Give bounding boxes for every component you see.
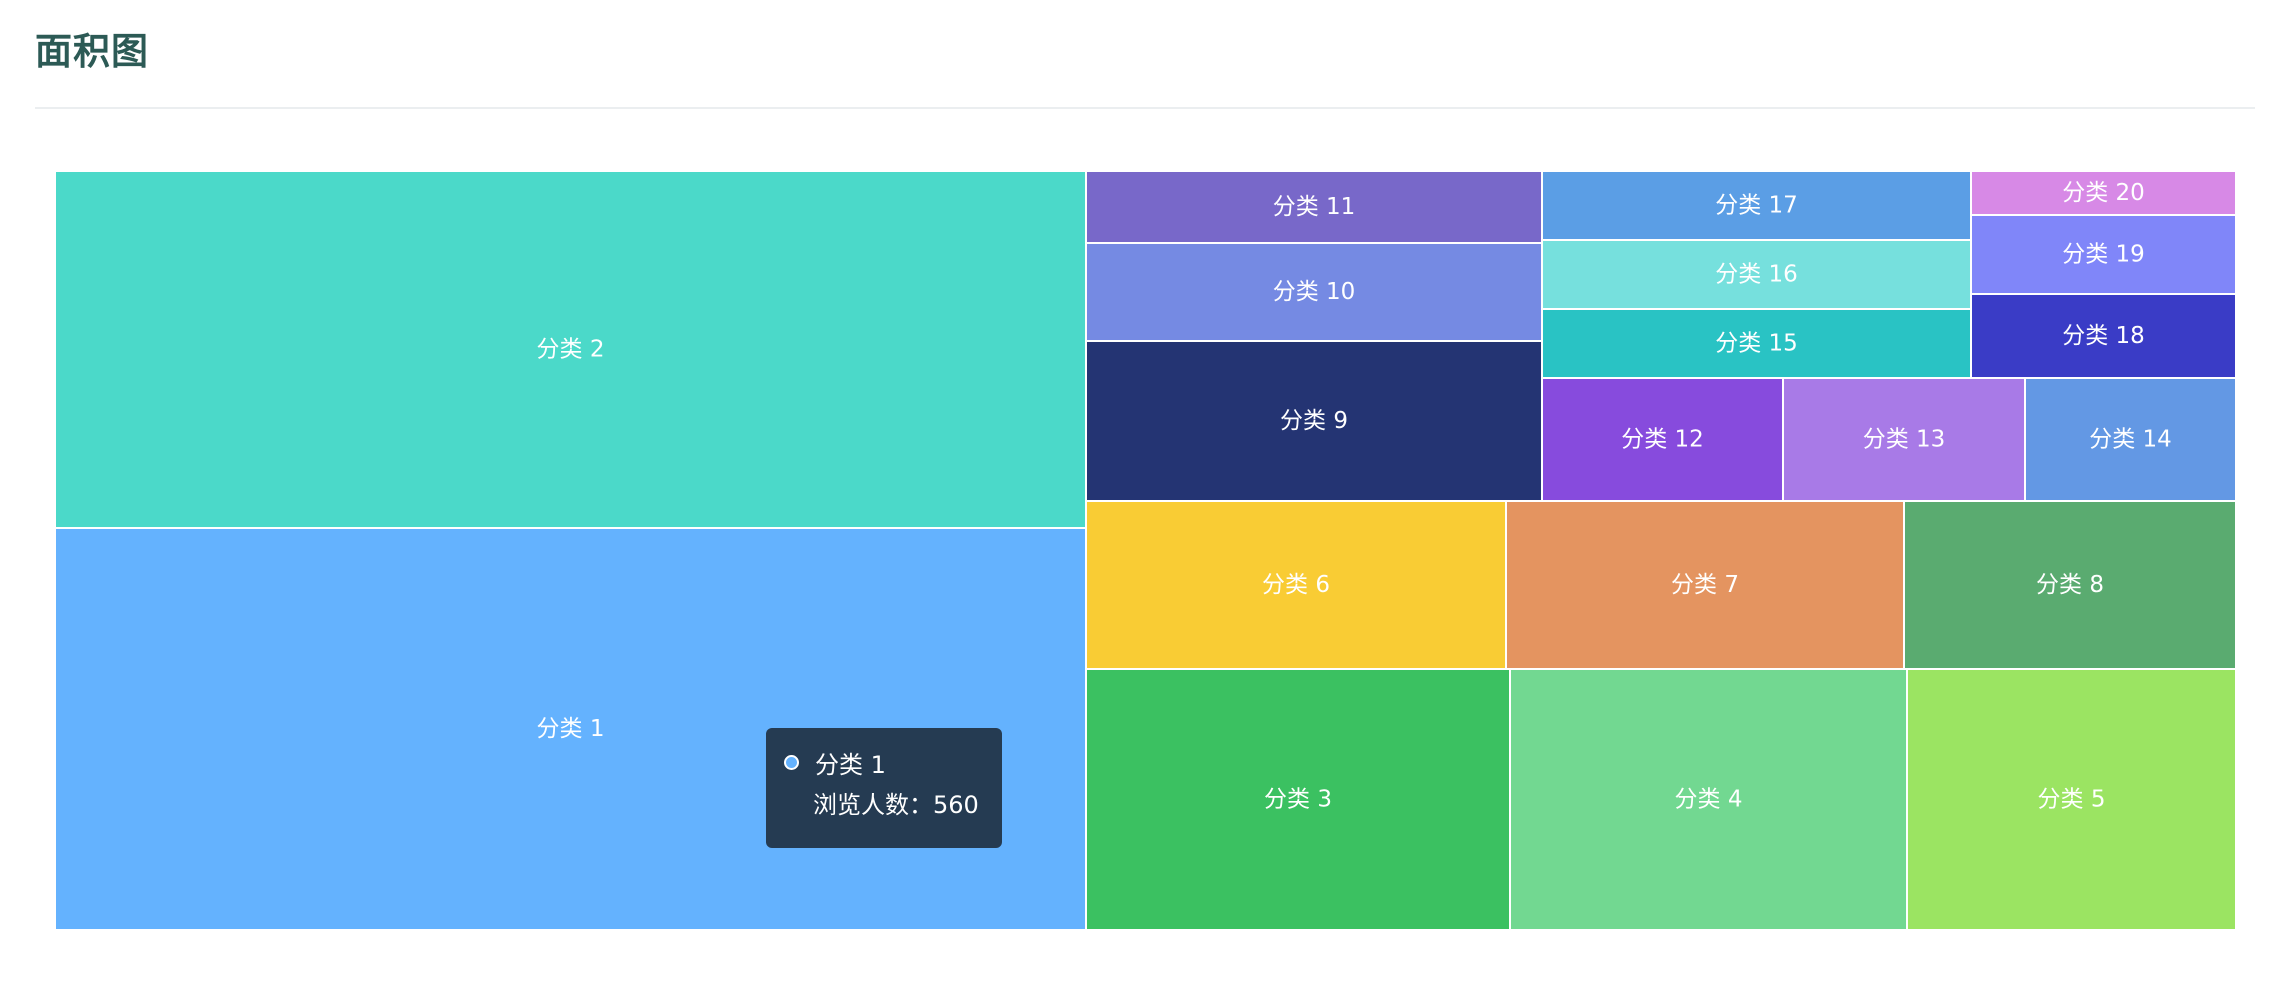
treemap-tile-label-12: 分类 12 xyxy=(1621,427,1704,453)
treemap-tile-label-14: 分类 14 xyxy=(2089,427,2172,453)
treemap-chart: 分类 1 分类 2 分类 3 分类 4 分类 5 分类 6 分类 7 分类 8 分类 9 分类 1… xyxy=(54,170,2237,931)
treemap-tile-label-20: 分类 20 xyxy=(2062,180,2145,206)
treemap-tile-label-11: 分类 11 xyxy=(1273,194,1356,220)
tooltip-header-row: 分类 1 xyxy=(784,742,986,782)
tooltip-marker xyxy=(784,754,799,770)
treemap-tile-label-3: 分类 3 xyxy=(1264,787,1332,813)
treemap-tile-label-10: 分类 10 xyxy=(1273,279,1356,305)
treemap-tile-label-7: 分类 7 xyxy=(1671,572,1739,598)
treemap-tile-label-9: 分类 9 xyxy=(1280,408,1348,434)
treemap-tile-label-5: 分类 5 xyxy=(2038,787,2106,813)
treemap-tile-label-6: 分类 6 xyxy=(1262,572,1330,598)
treemap-tile-label-13: 分类 13 xyxy=(1863,427,1946,453)
treemap-tile-label-18: 分类 18 xyxy=(2062,323,2145,349)
treemap-tile-label-8: 分类 8 xyxy=(2036,572,2104,598)
chart-tooltip: 分类 1 浏览人数：560 xyxy=(766,728,1002,848)
treemap-tile-label-4: 分类 4 xyxy=(1675,787,1743,813)
tooltip-category-name: 分类 1 xyxy=(815,750,886,779)
treemap-tile-label-16: 分类 16 xyxy=(1715,262,1798,288)
treemap-tile-label-19: 分类 19 xyxy=(2062,242,2145,268)
tooltip-value: 浏览人数：560 xyxy=(813,790,979,819)
treemap-tile-label-1: 分类 1 xyxy=(537,716,605,742)
treemap-tile-label-2: 分类 2 xyxy=(537,337,605,363)
treemap-tile-label-17: 分类 17 xyxy=(1715,193,1798,219)
treemap-tile-label-15: 分类 15 xyxy=(1715,331,1798,357)
